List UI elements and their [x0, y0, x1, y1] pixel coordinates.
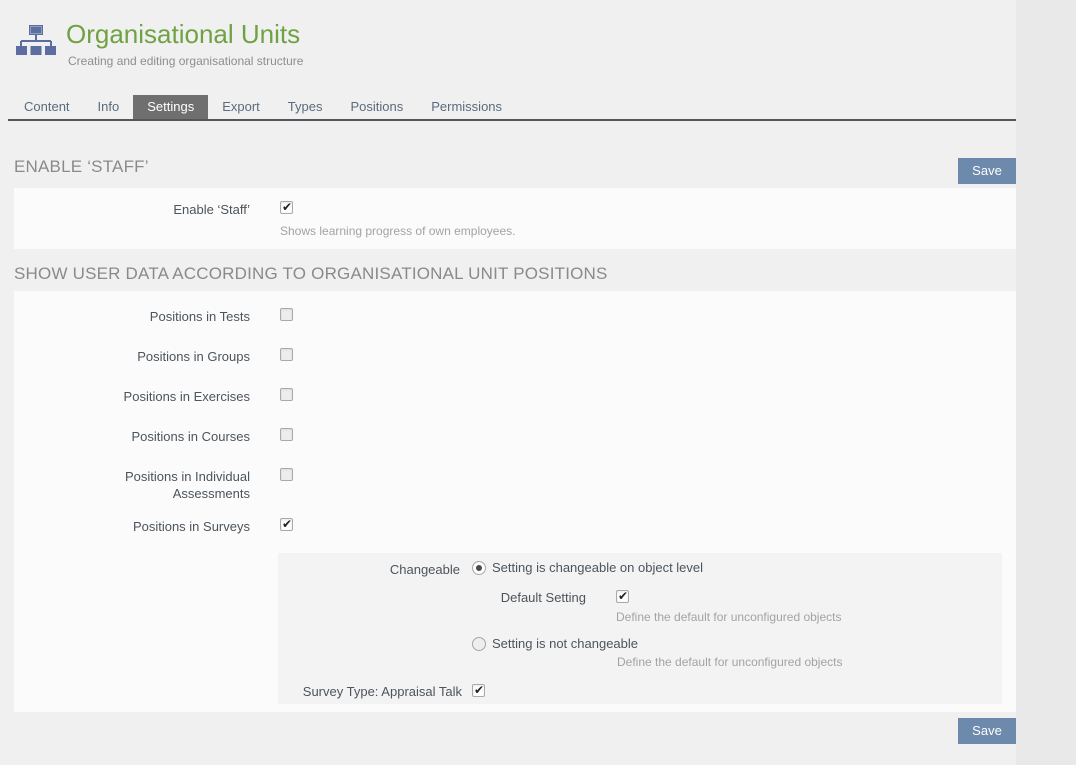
tab-bar: Content Info Settings Export Types Posit…: [10, 95, 516, 119]
positions-surveys-checkbox[interactable]: [280, 518, 293, 531]
positions-groups-checkbox[interactable]: [280, 348, 293, 361]
positions-courses-checkbox[interactable]: [280, 428, 293, 441]
tab-info[interactable]: Info: [84, 95, 134, 119]
form-row-positions-individual-assessments: Positions in Individual Assessments: [14, 468, 1016, 502]
positions-tests-checkbox[interactable]: [280, 308, 293, 321]
form-row-positions-tests: Positions in Tests: [14, 308, 1016, 326]
option-not-changeable: Setting is not changeable: [472, 636, 638, 651]
positions-groups-label: Positions in Groups: [14, 348, 250, 366]
save-button-bottom[interactable]: Save: [958, 718, 1016, 744]
save-button-top[interactable]: Save: [958, 158, 1016, 184]
positions-individual-assessments-checkbox[interactable]: [280, 468, 293, 481]
positions-individual-assessments-label: Positions in Individual Assessments: [100, 468, 250, 502]
radio-setting-not-changeable[interactable]: [472, 637, 486, 651]
tab-types[interactable]: Types: [274, 95, 337, 119]
radio-setting-changeable[interactable]: [472, 561, 486, 575]
option-changeable-on-object-level: Setting is changeable on object level: [472, 560, 703, 575]
form-row-enable-staff: Enable ‘Staff’ Shows learning progress o…: [14, 201, 1016, 238]
form-row-positions-exercises: Positions in Exercises: [14, 388, 1016, 406]
default-setting-row: Default Setting: [491, 590, 629, 605]
tab-permissions[interactable]: Permissions: [417, 95, 516, 119]
section-heading-enable-staff: ENABLE ‘STAFF’: [14, 157, 149, 177]
survey-type-row: Survey Type: Appraisal Talk: [278, 684, 485, 699]
survey-type-label: Survey Type: Appraisal Talk: [278, 684, 462, 699]
form-row-positions-surveys: Positions in Surveys: [14, 518, 1016, 536]
page-title: Organisational Units: [66, 18, 303, 50]
org-chart-icon: [16, 24, 56, 60]
default-setting-byline: Define the default for unconfigured obje…: [616, 610, 841, 624]
default-setting-checkbox[interactable]: [616, 590, 629, 603]
tab-settings[interactable]: Settings: [133, 95, 208, 119]
changeable-label: Changeable: [278, 562, 460, 577]
positions-exercises-label: Positions in Exercises: [14, 388, 250, 406]
enable-staff-label: Enable ‘Staff’: [14, 201, 250, 238]
positions-exercises-checkbox[interactable]: [280, 388, 293, 401]
positions-courses-label: Positions in Courses: [14, 428, 250, 446]
radio-setting-not-changeable-label: Setting is not changeable: [492, 636, 638, 651]
enable-staff-byline: Shows learning progress of own employees…: [280, 224, 515, 238]
organisational-units-page: Organisational Units Creating and editin…: [0, 0, 1076, 765]
default-setting-label: Default Setting: [491, 590, 586, 605]
positions-surveys-label: Positions in Surveys: [14, 518, 250, 536]
tab-positions[interactable]: Positions: [336, 95, 417, 119]
enable-staff-checkbox[interactable]: [280, 201, 293, 214]
tab-underline: [8, 119, 1016, 121]
form-row-positions-groups: Positions in Groups: [14, 348, 1016, 366]
not-changeable-byline: Define the default for unconfigured obje…: [617, 655, 842, 669]
survey-type-checkbox[interactable]: [472, 684, 485, 697]
page-subtitle: Creating and editing organisational stru…: [66, 54, 303, 68]
surveys-subform-panel: Changeable Setting is changeable on obje…: [278, 553, 1002, 704]
form-row-positions-courses: Positions in Courses: [14, 428, 1016, 446]
section-heading-show-user-data: SHOW USER DATA ACCORDING TO ORGANISATION…: [14, 264, 608, 284]
positions-panel: Positions in Tests Positions in Groups P…: [14, 291, 1016, 712]
positions-tests-label: Positions in Tests: [14, 308, 250, 326]
radio-setting-changeable-label: Setting is changeable on object level: [492, 560, 703, 575]
page-header: Organisational Units Creating and editin…: [16, 18, 303, 68]
tab-export[interactable]: Export: [208, 95, 274, 119]
enable-staff-panel: Enable ‘Staff’ Shows learning progress o…: [14, 188, 1016, 249]
tab-content[interactable]: Content: [10, 95, 84, 119]
